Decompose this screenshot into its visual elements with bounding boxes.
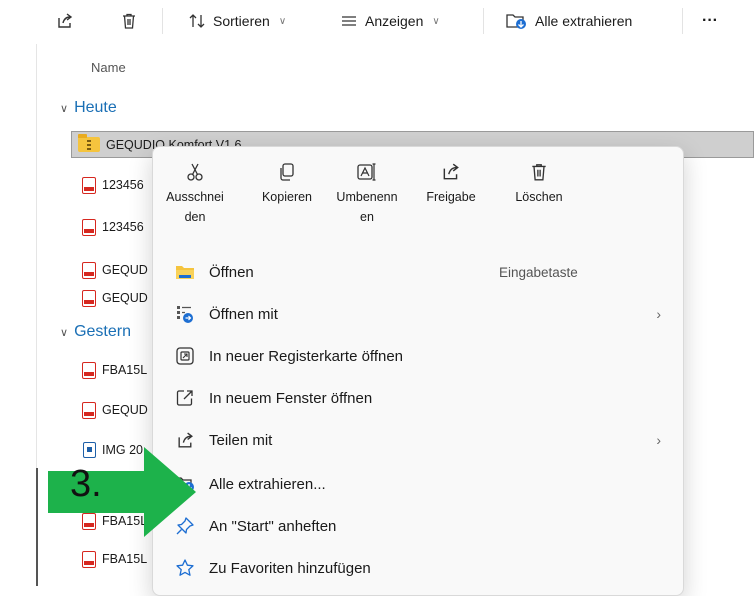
menu-item-open[interactable]: Öffnen Eingabetaste xyxy=(161,253,675,291)
folder-icon xyxy=(176,266,194,279)
menu-item-open-new-tab[interactable]: In neuer Registerkarte öffnen xyxy=(161,337,675,375)
extract-icon xyxy=(506,14,526,29)
column-header-name[interactable]: Name xyxy=(91,60,126,75)
new-window-icon xyxy=(176,390,193,406)
file-name: FBA15L xyxy=(102,552,148,566)
menu-item-label: An "Start" anheften xyxy=(209,517,337,535)
chevron-down-icon: ∨ xyxy=(432,15,440,27)
pdf-file-icon xyxy=(82,218,96,236)
menu-item-label: Öffnen xyxy=(209,263,254,281)
open-with-icon xyxy=(177,306,193,323)
sort-icon xyxy=(189,14,205,28)
step-annotation: 3. xyxy=(48,447,196,537)
delete-label: Löschen xyxy=(515,190,563,204)
menu-item-label: Alle extrahieren... xyxy=(209,475,326,493)
toolbar-separator xyxy=(162,8,163,34)
menu-item-open-with[interactable]: Öffnen mit › xyxy=(161,295,675,333)
share-quick-button[interactable]: Freigabe xyxy=(413,159,489,207)
chevron-down-icon: ∨ xyxy=(60,326,69,339)
group-label: Gestern xyxy=(74,323,131,340)
view-label: Anzeigen xyxy=(365,13,424,29)
menu-item-label: In neuem Fenster öffnen xyxy=(209,389,373,407)
trash-icon xyxy=(532,164,546,181)
zip-folder-icon xyxy=(78,134,100,152)
star-icon xyxy=(176,559,194,576)
group-label: Heute xyxy=(74,99,117,116)
command-bar: Sortieren ∨ Anzeigen ∨ Alle extrahieren … xyxy=(0,0,754,42)
file-name: 123456 xyxy=(102,178,144,192)
share-icon xyxy=(443,163,459,180)
extract-all-button[interactable]: Alle extrahieren xyxy=(506,0,632,42)
toolbar-separator xyxy=(483,8,484,34)
delete-quick-button[interactable]: Löschen xyxy=(501,159,577,207)
sort-button[interactable]: Sortieren ∨ xyxy=(188,0,286,42)
rename-icon xyxy=(357,163,376,181)
trash-icon xyxy=(123,13,135,29)
menu-item-extract-all[interactable]: Alle extrahieren... xyxy=(161,465,675,503)
new-tab-icon xyxy=(176,347,194,365)
chevron-down-icon: ∨ xyxy=(278,15,287,27)
menu-item-add-favorites[interactable]: Zu Favoriten hinzufügen xyxy=(161,549,675,587)
rename-label-line1: Umbenenn xyxy=(336,190,398,204)
file-name: GEQUD xyxy=(102,403,148,417)
file-name: GEQUD xyxy=(102,291,148,305)
pdf-file-icon xyxy=(82,289,96,307)
cut-button[interactable]: Ausschnei den xyxy=(157,159,233,227)
menu-item-pin-to-start[interactable]: An "Start" anheften xyxy=(161,507,675,545)
rename-button[interactable]: Umbenenn en xyxy=(329,159,405,227)
more-icon: ··· xyxy=(702,12,718,29)
cut-label-line2: den xyxy=(184,210,206,224)
file-name: FBA15L xyxy=(102,363,148,377)
scissors-icon xyxy=(187,163,203,181)
delete-button[interactable] xyxy=(120,0,138,42)
share-icon xyxy=(58,13,73,28)
menu-item-label: Öffnen mit xyxy=(209,305,278,323)
toolbar-separator xyxy=(682,8,683,34)
copy-button[interactable]: Kopieren xyxy=(249,159,325,207)
pdf-file-icon xyxy=(82,361,96,379)
view-button[interactable]: Anzeigen ∨ xyxy=(340,0,440,42)
menu-item-shortcut: Eingabetaste xyxy=(499,264,578,280)
menu-item-open-new-window[interactable]: In neuem Fenster öffnen xyxy=(161,379,675,417)
scroll-indicator xyxy=(36,468,38,586)
copy-icon xyxy=(280,163,294,181)
cut-label-line1: Ausschnei xyxy=(166,190,224,204)
pdf-file-icon xyxy=(82,550,96,568)
group-header-yesterday[interactable]: ∨ Gestern xyxy=(60,323,131,341)
step-number: 3. xyxy=(70,463,102,505)
menu-item-label: In neuer Registerkarte öffnen xyxy=(209,347,404,365)
pdf-file-icon xyxy=(82,401,96,419)
file-name: 123456 xyxy=(102,220,144,234)
rename-label-line2: en xyxy=(360,210,374,224)
sort-label: Sortieren xyxy=(213,13,270,29)
menu-item-label: Teilen mit xyxy=(209,431,273,449)
menu-item-share-with[interactable]: Teilen mit › xyxy=(161,421,675,459)
menu-item-label: Zu Favoriten hinzufügen xyxy=(209,559,371,577)
group-header-today[interactable]: ∨ Heute xyxy=(60,99,117,117)
chevron-right-icon: › xyxy=(656,432,661,448)
pdf-file-icon xyxy=(82,261,96,279)
more-options-button[interactable]: ··· xyxy=(702,0,718,42)
share-label: Freigabe xyxy=(426,190,476,204)
share-button[interactable] xyxy=(56,0,74,42)
file-name: GEQUD xyxy=(102,263,148,277)
context-menu: Ausschnei den Kopieren Umbenenn en Freigab… xyxy=(152,146,684,596)
chevron-down-icon: ∨ xyxy=(60,102,69,115)
pdf-file-icon xyxy=(82,176,96,194)
chevron-right-icon: › xyxy=(656,306,661,322)
view-icon xyxy=(342,16,356,26)
extract-all-label: Alle extrahieren xyxy=(535,13,633,29)
copy-label: Kopieren xyxy=(261,190,313,204)
